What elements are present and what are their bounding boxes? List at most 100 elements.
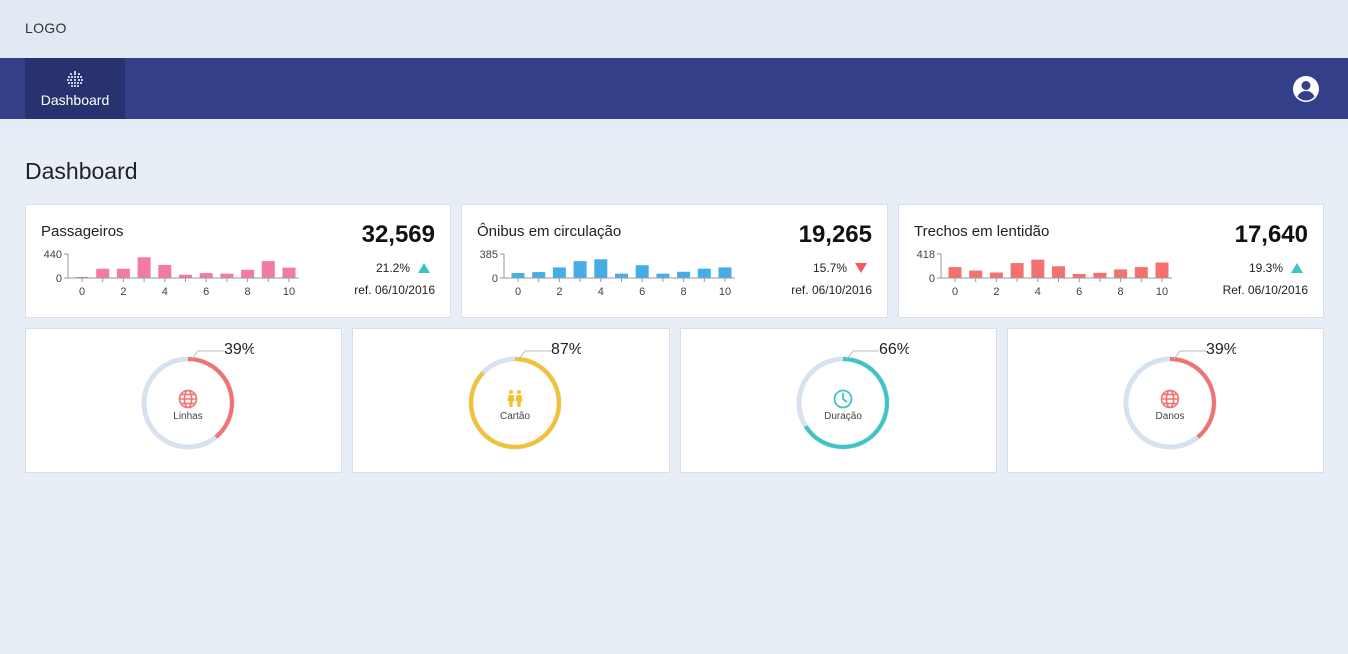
bar <box>241 269 255 278</box>
stat-value: 32,569 <box>361 221 435 248</box>
stat-card-passageiros: Passageiros 32,569 21.2% ref. 06/10/2016… <box>25 204 451 318</box>
stat-change-value: 19.3% <box>1248 261 1283 275</box>
donut-gauge: Danos 39% <box>1120 341 1236 453</box>
people-icon <box>507 390 523 407</box>
x-tick-label: 4 <box>1035 286 1041 298</box>
bar <box>1114 269 1128 278</box>
x-tick-label: 0 <box>79 286 85 298</box>
donut-gauge: Linhas 39% <box>138 341 254 453</box>
nav-item-dashboard[interactable]: Dashboard <box>25 58 125 119</box>
x-tick-label: 8 <box>681 286 687 298</box>
trend-up-icon <box>1291 263 1303 273</box>
x-tick-label: 2 <box>993 286 999 298</box>
bar <box>1052 266 1065 278</box>
x-tick-label: 4 <box>162 286 168 298</box>
gauge-label: Cartão <box>499 411 530 422</box>
bar <box>511 273 525 278</box>
bar <box>677 271 691 278</box>
logo[interactable]: LOGO <box>25 20 67 36</box>
x-tick-label: 2 <box>120 286 126 298</box>
stat-ref-date: Ref. 06/10/2016 <box>1222 283 1308 297</box>
gauge-card-danos: Danos 39% <box>1007 328 1324 473</box>
bar <box>199 273 213 278</box>
bar <box>697 268 711 278</box>
page-title: Dashboard <box>25 158 138 184</box>
gauge-percent: 66% <box>879 341 909 358</box>
bar <box>948 267 962 278</box>
x-tick-label: 8 <box>245 286 251 298</box>
stat-change: 19.3% <box>1249 261 1303 275</box>
stat-title: Passageiros <box>41 223 124 240</box>
x-tick-label: 6 <box>203 286 209 298</box>
user-account-icon[interactable] <box>1292 75 1320 103</box>
bar <box>1010 263 1024 278</box>
gauge-card-duracao: Duração 66% <box>680 328 997 473</box>
stat-card-onibus: Ônibus em circulação 19,265 15.7% ref. 0… <box>461 204 888 318</box>
gauge-card-linhas: Linhas 39% <box>25 328 342 473</box>
y-tick-label: 385 <box>480 249 498 261</box>
top-bar: LOGO <box>0 0 1348 58</box>
stat-title: Trechos em lentidão <box>914 223 1050 240</box>
bar <box>1072 273 1086 278</box>
bar <box>1134 267 1148 278</box>
bar <box>282 267 296 278</box>
bar <box>261 261 275 278</box>
bar <box>1093 272 1107 278</box>
bar <box>96 268 110 278</box>
y-tick-label: 0 <box>492 273 498 285</box>
sub-header-band <box>0 119 1348 149</box>
x-tick-label: 10 <box>283 286 295 298</box>
gauge-percent: 87% <box>551 341 581 358</box>
trend-up-icon <box>418 263 430 273</box>
x-tick-label: 0 <box>515 286 521 298</box>
bar <box>158 264 172 278</box>
stat-card-trechos: Trechos em lentidão 17,640 19.3% Ref. 06… <box>898 204 1324 318</box>
stat-ref-date: ref. 06/10/2016 <box>791 283 872 297</box>
x-tick-label: 10 <box>1156 286 1168 298</box>
gauge-percent: 39% <box>1206 341 1236 358</box>
donut-gauge: Duração 66% <box>793 341 909 453</box>
nav-bar: Dashboard <box>0 58 1348 119</box>
x-tick-label: 10 <box>719 286 731 298</box>
gauge-card-cartao: Cartão 87% <box>352 328 670 473</box>
gauge-label: Danos <box>1155 411 1185 422</box>
bar <box>573 261 587 278</box>
bar <box>552 267 566 278</box>
x-tick-label: 6 <box>1076 286 1082 298</box>
bar <box>635 265 649 278</box>
stat-title: Ônibus em circulação <box>477 223 622 240</box>
gauge-percent: 39% <box>224 341 254 358</box>
x-tick-label: 2 <box>556 286 562 298</box>
x-tick-label: 6 <box>639 286 645 298</box>
trend-down-icon <box>855 263 867 273</box>
stat-change: 15.7% <box>813 261 867 275</box>
x-tick-label: 4 <box>598 286 604 298</box>
stat-ref-date: ref. 06/10/2016 <box>354 283 435 297</box>
stat-value: 19,265 <box>798 221 872 248</box>
bar <box>594 259 608 278</box>
bar <box>1155 262 1169 278</box>
globe-icon <box>1160 389 1180 409</box>
bar <box>969 270 983 278</box>
bar <box>137 257 151 278</box>
dashboard-icon <box>67 71 83 87</box>
bar <box>220 273 234 278</box>
bar <box>615 273 628 278</box>
nav-item-label: Dashboard <box>40 92 110 108</box>
x-tick-label: 8 <box>1118 286 1124 298</box>
gauge-label: Linhas <box>173 411 203 422</box>
gauge-label: Duração <box>824 411 862 422</box>
stat-change-value: 21.2% <box>375 261 410 275</box>
donut-gauge: Cartão 87% <box>465 341 581 453</box>
y-tick-label: 0 <box>929 273 935 285</box>
y-tick-label: 0 <box>56 273 62 285</box>
stat-value: 17,640 <box>1234 221 1308 248</box>
stat-change-value: 15.7% <box>812 261 847 275</box>
bar <box>1031 259 1045 278</box>
y-tick-label: 440 <box>44 249 62 261</box>
bar <box>116 268 130 278</box>
clock-icon <box>833 389 853 409</box>
bar <box>532 272 546 278</box>
bar-chart: 385 0 0 2 4 6 8 10 <box>480 249 735 298</box>
stat-change: 21.2% <box>376 261 430 275</box>
